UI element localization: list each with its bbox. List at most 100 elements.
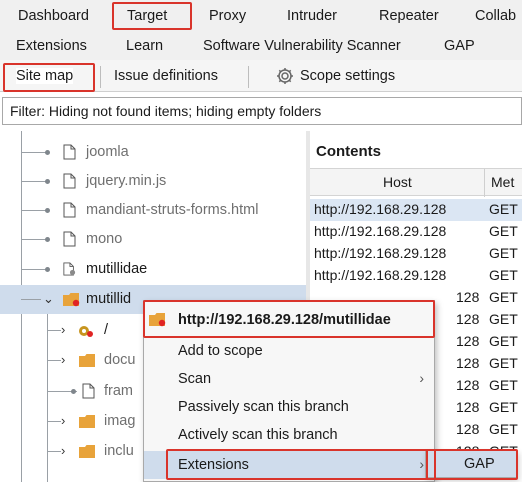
context-menu-header: http://192.168.29.128/mutillidae: [144, 301, 434, 337]
gear-icon[interactable]: [275, 66, 295, 86]
method-cell: GET: [489, 333, 518, 349]
tab-collaborator[interactable]: Collab: [475, 8, 516, 24]
subtab-site-map[interactable]: Site map: [16, 68, 74, 84]
host-cell: http://192.168.29.128: [314, 223, 447, 239]
method-cell: GET: [489, 399, 518, 415]
host-cell: 128: [456, 421, 480, 437]
tree-item-label: inclu: [104, 443, 134, 459]
table-row[interactable]: http://192.168.29.128 GET: [310, 221, 522, 243]
subtab-divider: [248, 66, 249, 88]
menu-item-scan[interactable]: Scan ›: [144, 365, 434, 393]
menu-item-label: Extensions: [178, 457, 249, 473]
context-menu: http://192.168.29.128/mutillidae Add to …: [143, 300, 435, 482]
host-cell: 128: [456, 355, 480, 371]
gear-icon: [79, 326, 93, 337]
host-cell: http://192.168.29.128: [314, 245, 447, 261]
folder-icon: [149, 313, 166, 327]
file-icon: [63, 231, 76, 247]
tab-repeater[interactable]: Repeater: [379, 8, 439, 24]
chevron-right-icon: ›: [419, 456, 424, 472]
contents-title: Contents: [316, 143, 381, 160]
tree-item-label: mutillid: [86, 291, 132, 307]
tree-item-label: joomla: [86, 144, 129, 160]
tree-item-label: mutillidae: [86, 261, 148, 277]
menu-item-label: Add to scope: [178, 343, 263, 359]
method-cell: GET: [489, 267, 518, 283]
filter-bar[interactable]: Filter: Hiding not found items; hiding e…: [2, 97, 522, 125]
menu-item-extensions[interactable]: Extensions ›: [144, 451, 434, 479]
host-cell: 128: [456, 311, 480, 327]
extensions-submenu: GAP: [425, 450, 517, 478]
host-cell: 128: [456, 289, 480, 305]
target-subtabs: Site map Issue definitions Scope setting…: [0, 60, 522, 92]
tab-proxy[interactable]: Proxy: [209, 8, 246, 24]
column-method[interactable]: Met: [491, 174, 514, 190]
filter-text: Filter: Hiding not found items; hiding e…: [10, 103, 322, 119]
tab-gap[interactable]: GAP: [444, 38, 475, 54]
method-cell: GET: [489, 223, 518, 239]
tree-item-label: mono: [86, 231, 123, 247]
method-cell: GET: [489, 201, 518, 217]
chevron-down-icon[interactable]: ⌄: [43, 291, 54, 307]
table-header: Host Met: [310, 168, 522, 197]
scope-settings-button[interactable]: Scope settings: [300, 68, 395, 84]
tree-item[interactable]: jquery.min.js: [0, 167, 306, 196]
method-cell: GET: [489, 377, 518, 393]
host-cell: http://192.168.29.128: [314, 201, 447, 217]
main-menu-row-1: Dashboard Target Proxy Intruder Repeater…: [0, 0, 522, 30]
tree-item-label: docu: [104, 352, 136, 368]
host-cell: http://192.168.29.128: [314, 267, 447, 283]
tree-item-label: imag: [104, 413, 136, 429]
tab-dashboard[interactable]: Dashboard: [18, 8, 89, 24]
folder-icon: [63, 293, 80, 307]
folder-icon: [79, 415, 95, 428]
method-cell: GET: [489, 289, 518, 305]
chevron-right-icon[interactable]: ›: [61, 352, 65, 367]
host-cell: 128: [456, 399, 480, 415]
table-row[interactable]: http://192.168.29.128 GET: [310, 243, 522, 265]
context-menu-url: http://192.168.29.128/mutillidae: [178, 312, 391, 328]
tab-intruder[interactable]: Intruder: [287, 8, 337, 24]
table-row[interactable]: http://192.168.29.128 GET: [310, 265, 522, 287]
tab-target[interactable]: Target: [127, 8, 167, 24]
folder-icon: [79, 354, 95, 367]
tree-item-label: fram: [104, 383, 133, 399]
chevron-right-icon[interactable]: ›: [61, 413, 65, 428]
menu-item-active-scan[interactable]: Actively scan this branch: [144, 421, 434, 449]
method-cell: GET: [489, 355, 518, 371]
table-row[interactable]: http://192.168.29.128 GET: [310, 199, 522, 221]
menu-item-add-to-scope[interactable]: Add to scope: [144, 337, 434, 365]
menu-item-gap[interactable]: GAP: [464, 456, 495, 472]
chevron-right-icon[interactable]: ›: [61, 443, 65, 458]
menu-item-label: Passively scan this branch: [178, 399, 349, 415]
subtab-divider: [100, 66, 101, 88]
file-icon: [63, 173, 76, 189]
method-cell: GET: [489, 311, 518, 327]
column-divider[interactable]: [484, 169, 485, 197]
tree-item-label: mandiant-struts-forms.html: [86, 202, 259, 218]
tree-item[interactable]: mono: [0, 225, 306, 254]
host-cell: 128: [456, 377, 480, 393]
tree-item-label: jquery.min.js: [86, 173, 167, 189]
file-gear-icon: [63, 262, 76, 276]
tree-item[interactable]: joomla: [0, 138, 306, 167]
tree-item[interactable]: mandiant-struts-forms.html: [0, 196, 306, 225]
chevron-right-icon[interactable]: ›: [61, 322, 65, 337]
main-menu-row-2: Extensions Learn Software Vulnerability …: [0, 30, 522, 60]
file-icon: [82, 383, 95, 399]
menu-item-label: Actively scan this branch: [178, 427, 338, 443]
tab-learn[interactable]: Learn: [126, 38, 163, 54]
file-icon: [63, 202, 76, 218]
tree-item[interactable]: mutillidae: [0, 255, 306, 284]
host-cell: 128: [456, 333, 480, 349]
tree-item-label: /: [104, 322, 109, 338]
file-icon: [63, 144, 76, 160]
menu-item-passive-scan[interactable]: Passively scan this branch: [144, 393, 434, 421]
subtab-issue-definitions[interactable]: Issue definitions: [114, 68, 218, 84]
tab-software-vulnerability-scanner[interactable]: Software Vulnerability Scanner: [203, 38, 401, 54]
menu-item-label: Scan: [178, 371, 212, 387]
tab-extensions[interactable]: Extensions: [16, 38, 87, 54]
folder-icon: [79, 445, 95, 458]
column-host[interactable]: Host: [383, 174, 412, 190]
chevron-right-icon: ›: [419, 370, 424, 386]
